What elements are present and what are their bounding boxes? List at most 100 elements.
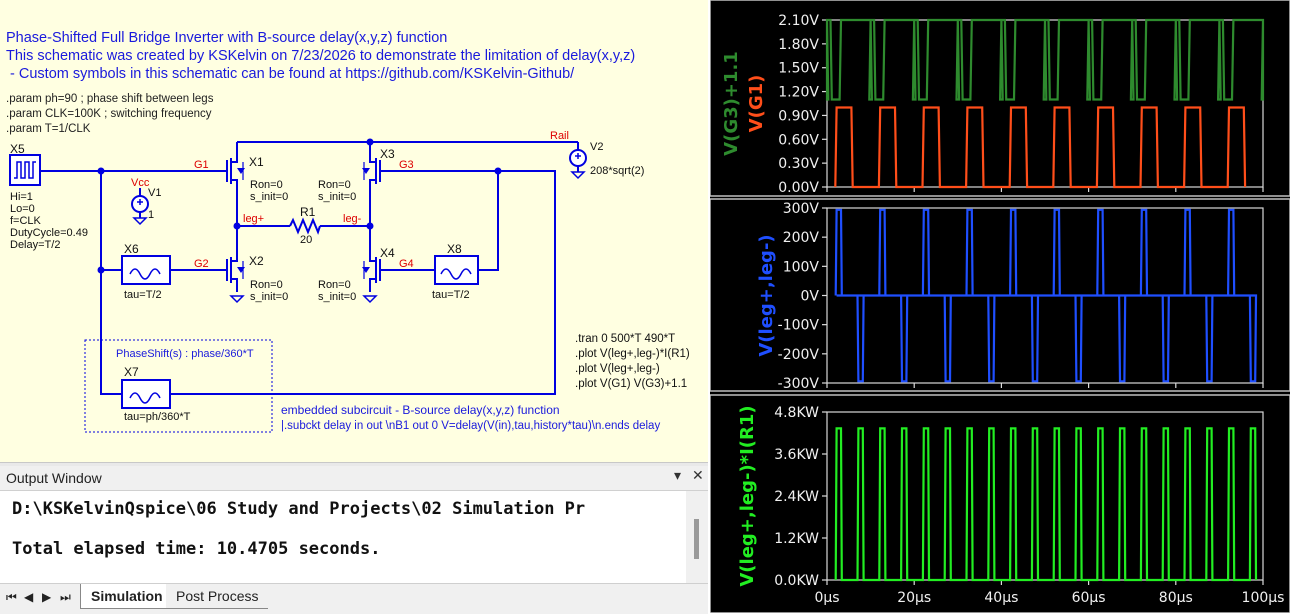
scrollbar-thumb[interactable]	[694, 519, 699, 559]
y-tick-label: 0.00V	[778, 180, 819, 196]
x6-tau: tau=T/2	[124, 289, 162, 301]
output-line-path: D:\KSKelvinQspice\06 Study and Projects\…	[12, 499, 586, 519]
y-axis-label: V(leg+,leg-)*I(R1)	[737, 405, 758, 586]
plot-pane-3[interactable]: 4.8KW 3.6KW 2.4KW 1.2KW 0.0KW V(leg+,leg-)*I(…	[710, 394, 1290, 613]
plot-pane-2[interactable]: 300V 200V 100V 0V -100V -200V -300V V(leg+,leg-…	[710, 198, 1290, 392]
delay-block-x8[interactable]: X8 tau=T/2	[432, 242, 479, 301]
x2-sinit: s_init=0	[250, 291, 288, 303]
output-tab-bar: ⏮ ◀ ▶ ⏭ Simulation Post Process	[0, 583, 708, 614]
x5-delay: Delay=T/2	[10, 239, 60, 251]
x5-hi: Hi=1	[10, 191, 33, 203]
y-tick-label: 200V	[783, 230, 820, 246]
r1-value: 20	[300, 234, 312, 246]
x8-tau: tau=T/2	[432, 289, 470, 301]
x8-label: X8	[447, 242, 462, 256]
y-tick-label: 2.4KW	[774, 489, 819, 505]
x5-duty: DutyCycle=0.49	[10, 227, 88, 239]
r1-label: R1	[300, 205, 316, 219]
last-tab-icon[interactable]: ⏭	[60, 590, 71, 605]
param-clk: .param CLK=100K ; switching frequency	[6, 108, 212, 120]
x-tick-label: 0µs	[814, 590, 839, 606]
x7-label: X7	[124, 365, 139, 379]
y-tick-label: 0.60V	[778, 132, 819, 148]
mosfet-x2[interactable]	[222, 250, 245, 304]
v2-value: 208*sqrt(2)	[590, 165, 644, 177]
series-line	[834, 208, 1258, 383]
y-tick-label: 2.10V	[778, 13, 819, 29]
x1-label: X1	[249, 155, 264, 169]
tab-post-process[interactable]: Post Process	[166, 584, 269, 609]
y-tick-label: 1.2KW	[774, 531, 819, 547]
y-tick-label: -100V	[778, 318, 820, 334]
sim-cmd-plot-gates: .plot V(G1) V(G3)+1.1	[575, 378, 687, 390]
v2-label: V2	[590, 141, 603, 153]
output-window-title: Output Window	[6, 470, 102, 486]
schematic-description-1: This schematic was created by KSKelvin o…	[6, 48, 635, 64]
series-line	[825, 18, 1265, 101]
prev-tab-icon[interactable]: ◀	[24, 590, 33, 604]
next-tab-icon[interactable]: ▶	[42, 590, 51, 604]
net-label-g1: G1	[194, 159, 209, 171]
delay-block-x6[interactable]: X6 tau=T/2	[121, 242, 171, 301]
output-window-header: Output Window ▾ ✕	[0, 466, 708, 491]
mosfet-x1[interactable]	[222, 152, 245, 190]
schematic-description-2: - Custom symbols in this schematic can b…	[6, 66, 575, 82]
delay-block-x7[interactable]: PhaseShift(s) : phase/360*T X7 tau=ph/36…	[84, 339, 273, 433]
output-scrollbar[interactable]	[686, 491, 708, 583]
voltage-source-v2[interactable]: Rail V2 208*sqrt(2)	[550, 130, 644, 180]
schematic-editor[interactable]: Phase-Shifted Full Bridge Inverter with …	[0, 0, 708, 462]
close-icon[interactable]: ✕	[692, 468, 704, 484]
x-tick-label: 60µs	[1072, 590, 1106, 606]
schematic-canvas[interactable]: Phase-Shifted Full Bridge Inverter with …	[0, 0, 708, 462]
schematic-title: Phase-Shifted Full Bridge Inverter with …	[6, 30, 447, 46]
x7-tau: tau=ph/360*T	[124, 411, 191, 423]
x3-sinit: s_init=0	[318, 191, 356, 203]
x6-label: X6	[124, 242, 139, 256]
resistor-r1[interactable]: R1 20	[289, 205, 321, 246]
plot-pane-1[interactable]: 2.10V 1.80V 1.50V 1.20V 0.90V 0.60V 0.30V 0.00V…	[710, 0, 1290, 197]
net-label-g4: G4	[399, 258, 414, 270]
v1-label: V1	[148, 187, 161, 199]
x4-ron: Ron=0	[318, 279, 351, 291]
y-axis-label: V(G1)	[746, 75, 767, 133]
y-tick-label: 0.0KW	[774, 573, 819, 589]
waveform-viewer[interactable]: 2.10V 1.80V 1.50V 1.20V 0.90V 0.60V 0.30V 0.00V…	[710, 0, 1290, 613]
sim-cmd-plot-leg: .plot V(leg+,leg-)	[575, 363, 660, 375]
y-axis-label: V(leg+,leg-)	[756, 234, 777, 356]
rail-net-label: Rail	[550, 130, 569, 142]
y-tick-label: 0.30V	[778, 156, 819, 172]
voltage-source-v1[interactable]: Vcc V1 1	[131, 177, 161, 226]
x5-lo: Lo=0	[10, 203, 35, 215]
x2-label: X2	[249, 254, 264, 268]
plot-frame	[826, 411, 1264, 581]
waveform-plots[interactable]: 2.10V 1.80V 1.50V 1.20V 0.90V 0.60V 0.30V 0.00V…	[710, 0, 1290, 613]
param-phase: .param ph=90 ; phase shift between legs	[6, 93, 214, 105]
pulse-source-x5[interactable]: X5 Hi=1 Lo=0 f=CLK DutyCycle=0.49 Delay=…	[9, 142, 88, 251]
sim-cmd-plot-power: .plot V(leg+,leg-)*I(R1)	[575, 348, 690, 360]
x3-label: X3	[380, 147, 395, 161]
vcc-net-label: Vcc	[131, 177, 150, 189]
x1-sinit: s_init=0	[250, 191, 288, 203]
output-window: Output Window ▾ ✕ D:\KSKelvinQspice\06 S…	[0, 466, 708, 614]
net-label-leg-plus: leg+	[243, 213, 264, 225]
net-label-g2: G2	[194, 258, 209, 270]
v1-value: 1	[148, 209, 154, 221]
y-tick-label: 3.6KW	[774, 447, 819, 463]
x5-f: f=CLK	[10, 215, 42, 227]
net-label-g3: G3	[399, 159, 414, 171]
x5-label: X5	[10, 142, 25, 156]
y-tick-label: -300V	[778, 376, 820, 392]
first-tab-icon[interactable]: ⏮	[6, 590, 17, 605]
output-log[interactable]: D:\KSKelvinQspice\06 Study and Projects\…	[0, 491, 686, 583]
tab-simulation[interactable]: Simulation	[80, 584, 174, 609]
x3-ron: Ron=0	[318, 179, 351, 191]
dropdown-icon[interactable]: ▾	[674, 468, 681, 484]
series-line	[834, 427, 1258, 582]
y-tick-label: 0V	[801, 289, 820, 305]
y-tick-label: 1.20V	[778, 85, 819, 101]
x4-label: X4	[380, 246, 395, 260]
sim-cmd-tran: .tran 0 500*T 490*T	[575, 333, 675, 345]
y-tick-label: 1.50V	[778, 61, 819, 77]
y-tick-label: 1.80V	[778, 37, 819, 53]
y-axis-label: V(G3)+1.1	[721, 51, 742, 156]
